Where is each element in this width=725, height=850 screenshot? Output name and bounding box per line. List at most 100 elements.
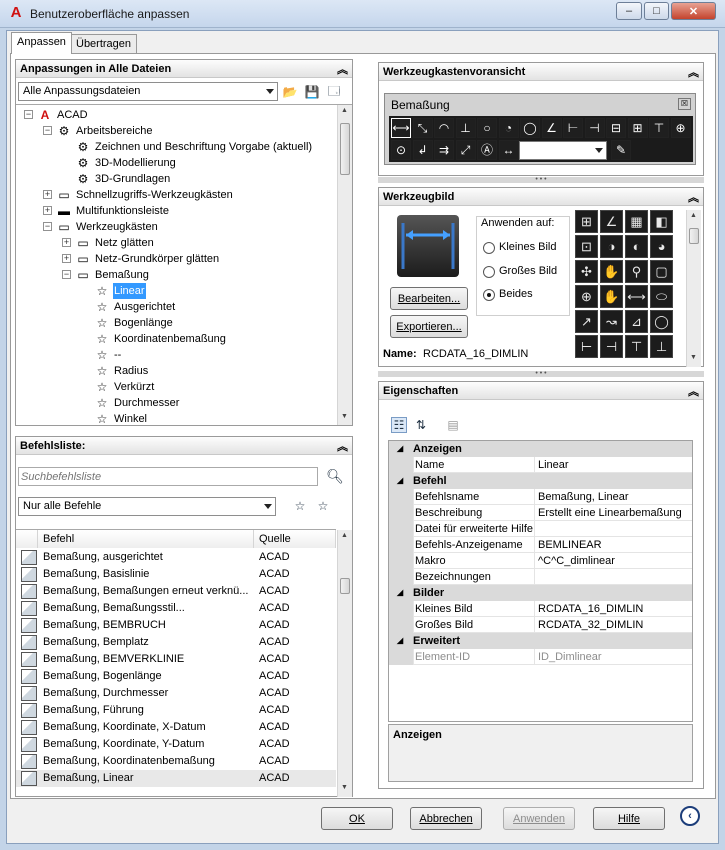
cancel-button[interactable]: Abbrechen (410, 807, 482, 830)
find-command-icon[interactable]: ☆ (292, 498, 308, 514)
scroll-up-icon[interactable]: ▲ (341, 107, 348, 114)
property-row[interactable]: Name Linear (389, 457, 692, 473)
property-category[interactable]: ◢ Erweitert (389, 633, 692, 649)
image-icon-23[interactable]: ⊤ (625, 335, 648, 358)
image-icon-8[interactable]: ◕ (650, 235, 673, 258)
tree-node[interactable]: ☆ Durchmesser (16, 395, 336, 411)
property-value[interactable]: Bemaßung, Linear (536, 489, 692, 505)
panel-splitter[interactable]: • • • (378, 370, 704, 377)
collapse-icon[interactable]: ︽ (688, 189, 699, 205)
pan-hand-icon[interactable]: ✋ (600, 260, 623, 283)
property-value[interactable]: RCDATA_32_DIMLIN (536, 617, 692, 633)
collapse-icon[interactable]: ︽ (337, 438, 348, 454)
categorized-view-icon[interactable]: ☷ (391, 417, 407, 433)
tree-node[interactable]: ☆ Winkel (16, 411, 336, 425)
expand-icon[interactable]: + (62, 238, 71, 247)
new-command-icon[interactable]: ☆ (315, 498, 331, 514)
property-value[interactable]: ID_Dimlinear (536, 649, 692, 665)
space-icon[interactable]: ⊞ (627, 118, 648, 138)
load-partial-icon[interactable]: 🗔 (326, 84, 342, 100)
image-icon-17[interactable]: ↗ (575, 310, 598, 333)
collapse-node-icon[interactable]: − (43, 126, 52, 135)
export-button[interactable]: Exportieren... (390, 315, 468, 338)
search-icon[interactable]: 🔍︎ (326, 468, 344, 484)
collapse-triangle-icon[interactable]: ◢ (397, 633, 403, 649)
update-icon[interactable]: ↔ (498, 140, 519, 160)
command-row[interactable]: Bemaßung, Koordinatenbemaßung ACAD (16, 753, 336, 770)
collapse-triangle-icon[interactable]: ◢ (397, 473, 403, 489)
image-icon-7[interactable]: ◐ (625, 235, 648, 258)
orbit-icon[interactable]: ⊕ (575, 285, 598, 308)
dim-style-dropdown[interactable] (519, 141, 607, 160)
scroll-thumb[interactable] (340, 123, 350, 175)
linear-dim-icon[interactable]: ⟷ (391, 118, 411, 138)
property-row[interactable]: Befehlsname Bemaßung, Linear (389, 489, 692, 505)
command-scrollbar[interactable]: ▲ ▼ (337, 530, 352, 797)
scroll-down-icon[interactable]: ▼ (341, 413, 348, 420)
break-icon[interactable]: ⊤ (649, 118, 669, 138)
property-pages-icon[interactable]: ▤ (445, 417, 461, 433)
command-row[interactable]: Bemaßung, Bogenlänge ACAD (16, 668, 336, 685)
image-icon-4[interactable]: ◧ (650, 210, 673, 233)
source-column-header[interactable]: Quelle (254, 530, 336, 548)
image-icon-18[interactable]: ↝ (600, 310, 623, 333)
tree-node[interactable]: + ▬ Multifunktionsleiste (16, 203, 336, 219)
tree-node[interactable]: ☆ Bogenlänge (16, 315, 336, 331)
inspect-icon[interactable]: ↲ (412, 140, 433, 160)
image-icon-12[interactable]: ▢ (650, 260, 673, 283)
collapse-triangle-icon[interactable]: ◢ (397, 585, 403, 601)
collapse-node-icon[interactable]: − (62, 270, 71, 279)
collapse-node-icon[interactable]: − (43, 222, 52, 231)
collapse-triangle-icon[interactable]: ◢ (397, 441, 403, 457)
property-category[interactable]: ◢ Bilder (389, 585, 692, 601)
collapse-node-icon[interactable]: − (24, 110, 33, 119)
maximize-button[interactable]: □ (644, 2, 669, 20)
property-row[interactable]: Beschreibung Erstellt eine Linearbemaßung (389, 505, 692, 521)
command-filter-dropdown[interactable]: Nur alle Befehle (18, 497, 276, 516)
property-row[interactable]: Makro ^C^C_dimlinear (389, 553, 692, 569)
tree-scrollbar[interactable]: ▲ ▼ (337, 105, 352, 425)
property-row[interactable]: Datei für erweiterte Hilfe (389, 521, 692, 537)
property-value[interactable]: Erstellt eine Linearbemaßung (536, 505, 692, 521)
hand-icon[interactable]: ✋ (600, 285, 623, 308)
tree-node[interactable]: ☆ Linear (16, 283, 336, 299)
scroll-down-icon[interactable]: ▼ (690, 354, 697, 361)
property-row[interactable]: Großes Bild RCDATA_32_DIMLIN (389, 617, 692, 633)
tree-node[interactable]: ☆ Verkürzt (16, 379, 336, 395)
ok-button[interactable]: OK (321, 807, 393, 830)
radio-large-image[interactable] (483, 266, 495, 278)
arc-length-icon[interactable]: ◠ (434, 118, 454, 138)
command-row[interactable]: Bemaßung, Bemplatz ACAD (16, 634, 336, 651)
center-mark-icon[interactable]: ⊙ (391, 140, 411, 160)
tree-node[interactable]: ☆ Koordinatenbemaßung (16, 331, 336, 347)
ordinate-icon[interactable]: ⊥ (455, 118, 476, 138)
scroll-up-icon[interactable]: ▲ (341, 532, 348, 539)
tree-node[interactable]: ⚙ Zeichnen und Beschriftung Vorgabe (aktu… (16, 139, 336, 155)
collapse-icon[interactable]: ︽ (688, 383, 699, 399)
command-column-header[interactable]: Befehl (38, 530, 254, 548)
tree-node[interactable]: + ▭ Schnellzugriffs-Werkzeugkästen (16, 187, 336, 203)
save-icon[interactable]: 💾 (304, 84, 320, 100)
property-category[interactable]: ◢ Anzeigen (389, 441, 692, 457)
property-value[interactable]: BEMLINEAR (536, 537, 692, 553)
image-icon-15[interactable]: ⟷ (625, 285, 648, 308)
property-row[interactable]: Kleines Bild RCDATA_16_DIMLIN (389, 601, 692, 617)
panel-splitter[interactable]: • • • (378, 176, 704, 183)
text-edit-icon[interactable]: Ⓐ (477, 140, 497, 160)
continue-icon[interactable]: ⊟ (606, 118, 626, 138)
property-row[interactable]: Befehls-Anzeigename BEMLINEAR (389, 537, 692, 553)
command-row[interactable]: Bemaßung, BEMVERKLINIE ACAD (16, 651, 336, 668)
tree-node[interactable]: ☆ Ausgerichtet (16, 299, 336, 315)
command-row[interactable]: Bemaßung, Linear ACAD (16, 770, 336, 787)
expand-icon[interactable]: + (43, 206, 52, 215)
apply-button[interactable]: Anwenden (503, 807, 575, 830)
tab-uebertragen[interactable]: Übertragen (70, 34, 138, 53)
cylinder-icon[interactable]: ⬭ (650, 285, 673, 308)
image-icon-5[interactable]: ⊡ (575, 235, 598, 258)
image-grid-scrollbar[interactable]: ▲ ▼ (686, 210, 701, 367)
property-row[interactable]: Element-ID ID_Dimlinear (389, 649, 692, 665)
command-row[interactable]: Bemaßung, Durchmesser ACAD (16, 685, 336, 702)
open-file-icon[interactable]: 📂 (282, 84, 298, 100)
minimize-button[interactable]: – (616, 2, 642, 20)
command-row[interactable]: Bemaßung, Koordinate, Y-Datum ACAD (16, 736, 336, 753)
